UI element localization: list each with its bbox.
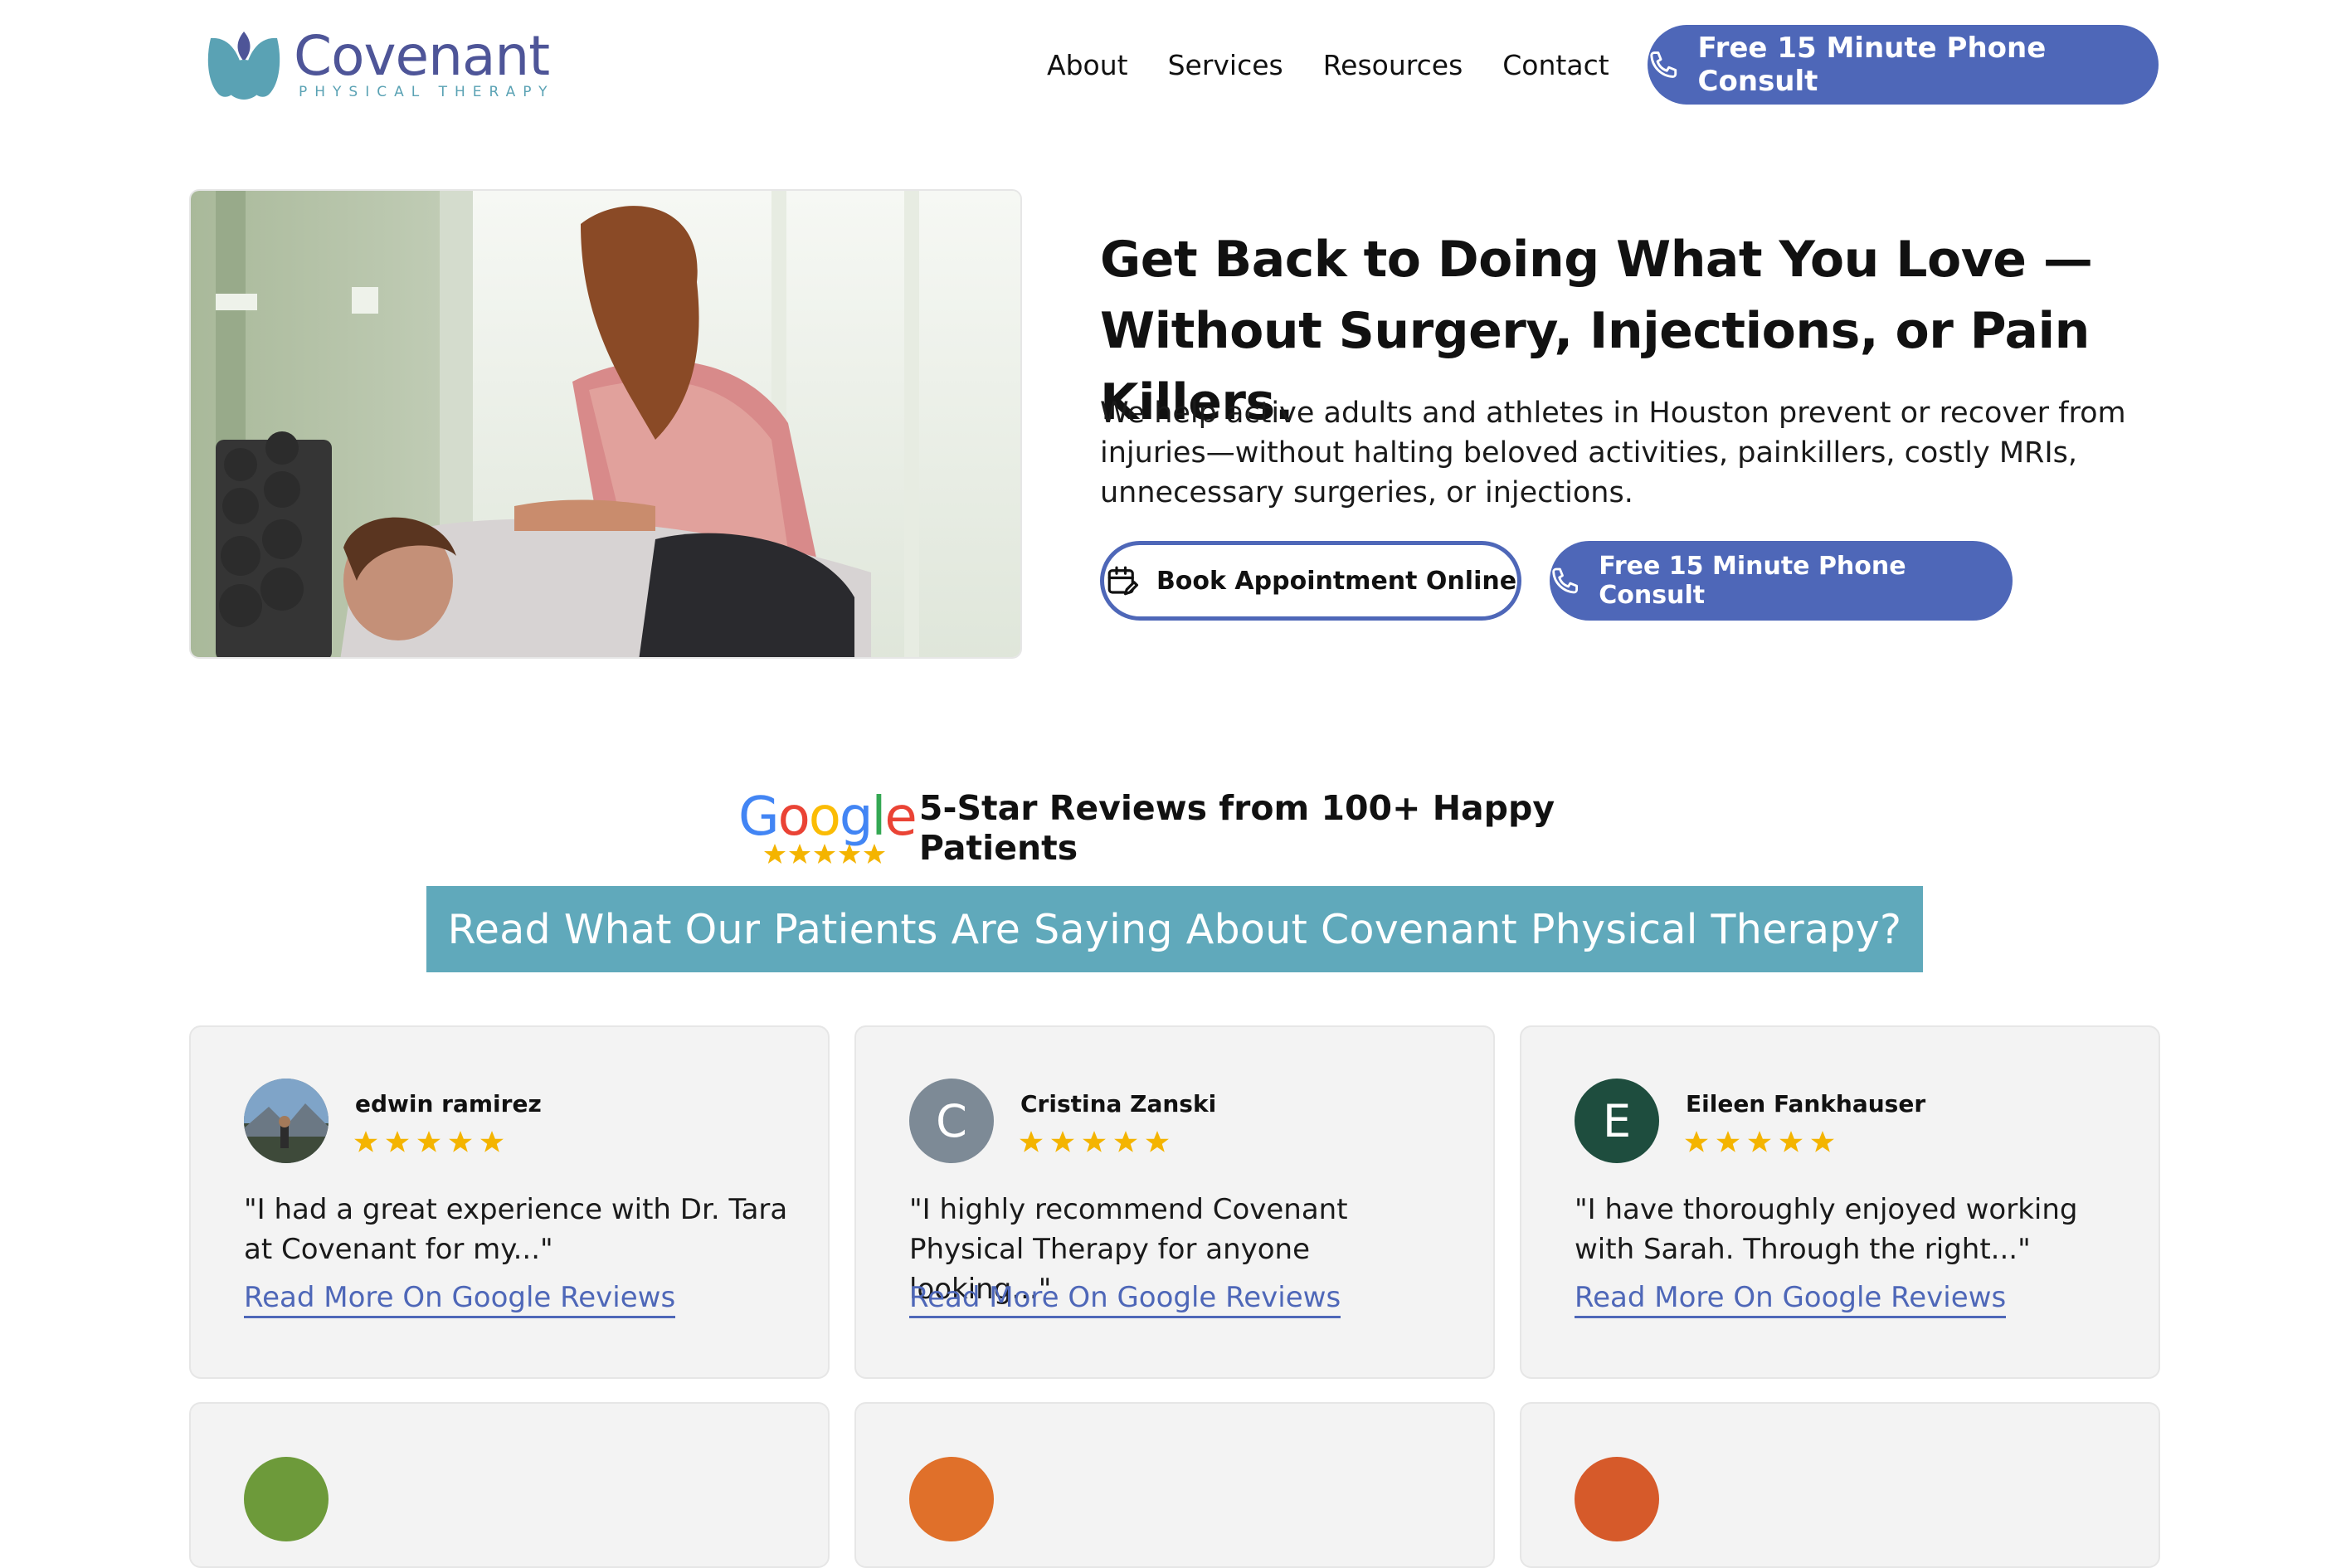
star-icon — [480, 1131, 504, 1152]
nav-services[interactable]: Services — [1168, 45, 1283, 86]
reviewer-name: Cristina Zanski — [1020, 1090, 1217, 1118]
nav-about[interactable]: About — [1047, 45, 1128, 86]
logo-tagline: PHYSICAL THERAPY — [299, 84, 555, 100]
google-wordmark: Google — [738, 786, 918, 848]
avatar: E — [1575, 1079, 1659, 1163]
reviews-headline: 5-Star Reviews from 100+ Happy Patients — [918, 788, 1555, 868]
google-star-rating — [763, 843, 886, 866]
hero-phone-consult-button[interactable]: Free 15 Minute Phone Consult — [1550, 541, 2013, 621]
reviewer-name: edwin ramirez — [355, 1090, 542, 1118]
read-more-google-link[interactable]: Read More On Google Reviews — [244, 1281, 676, 1318]
review-stars — [1684, 1130, 1842, 1155]
hero-cta-label: Free 15 Minute Phone Consult — [1599, 552, 1906, 610]
review-card-partial — [854, 1402, 1495, 1568]
reviews-header: Google 5-Star Reviews from 100+ Happy Pa… — [738, 786, 1651, 869]
star-icon — [417, 1131, 441, 1152]
star-icon — [449, 1131, 472, 1152]
site-logo[interactable]: Covenant PHYSICAL THERAPY — [204, 28, 569, 103]
star-icon — [1083, 1131, 1106, 1152]
site-header: Covenant PHYSICAL THERAPY About Services… — [0, 0, 2351, 133]
avatar — [909, 1457, 994, 1541]
star-icon — [354, 1131, 377, 1152]
nav-contact[interactable]: Contact — [1502, 45, 1609, 86]
avatar-initial: E — [1602, 1094, 1632, 1147]
reviewer-name: Eileen Fankhauser — [1686, 1090, 1926, 1118]
star-icon — [1146, 1131, 1169, 1152]
star-icon — [1716, 1131, 1740, 1152]
review-card: C Cristina Zanski "I highly recommend Co… — [854, 1025, 1495, 1379]
hero-description: We help active adults and athletes in Ho… — [1100, 397, 2126, 509]
calendar-edit-icon — [1107, 566, 1139, 596]
star-icon — [1020, 1131, 1043, 1152]
header-cta-label: Free 15 Minute Phone Consult — [1697, 32, 2047, 98]
star-icon — [1685, 1131, 1708, 1152]
logo-wordmark: Covenant — [294, 24, 550, 88]
header-phone-consult-button[interactable]: Free 15 Minute Phone Consult — [1648, 25, 2159, 105]
mountain-photo-avatar-icon — [244, 1079, 329, 1163]
star-icon — [1779, 1131, 1803, 1152]
avatar: C — [909, 1079, 994, 1163]
review-excerpt: "I had a great experience with Dr. Tara … — [244, 1193, 788, 1266]
star-icons — [764, 844, 885, 864]
nav-resources[interactable]: Resources — [1323, 45, 1463, 86]
hero-image — [189, 189, 1022, 659]
read-more-google-link[interactable]: Read More On Google Reviews — [909, 1281, 1341, 1318]
star-icon — [1811, 1131, 1834, 1152]
phone-icon — [1650, 51, 1677, 78]
book-appointment-button[interactable]: Book Appointment Online — [1100, 541, 1521, 621]
book-appointment-label: Book Appointment Online — [1156, 566, 1517, 596]
reviews-banner: Read What Our Patients Are Saying About … — [426, 886, 1923, 972]
review-card-partial — [189, 1402, 830, 1568]
lotus-leaf-logo-icon — [207, 32, 280, 100]
therapist-treating-patient-photo — [191, 191, 1020, 657]
read-more-google-link[interactable]: Read More On Google Reviews — [1575, 1281, 2007, 1318]
main-nav: About Services Resources Contact — [1047, 45, 1609, 86]
review-excerpt: "I have thoroughly enjoyed working with … — [1575, 1193, 2078, 1266]
google-rating-logo: Google — [738, 788, 918, 868]
avatar — [244, 1457, 329, 1541]
review-card: E Eileen Fankhauser "I have thoroughly e… — [1520, 1025, 2160, 1379]
star-icon — [1748, 1131, 1771, 1152]
star-icon — [1114, 1131, 1137, 1152]
star-icon — [386, 1131, 409, 1152]
avatar — [1575, 1457, 1659, 1541]
avatar-initial: C — [936, 1094, 967, 1147]
review-stars — [353, 1130, 511, 1155]
review-card: edwin ramirez "I had a great experience … — [189, 1025, 830, 1379]
star-icon — [1051, 1131, 1074, 1152]
phone-icon — [1552, 567, 1579, 594]
review-stars — [1019, 1130, 1176, 1155]
avatar — [244, 1079, 329, 1163]
review-card-partial — [1520, 1402, 2160, 1568]
